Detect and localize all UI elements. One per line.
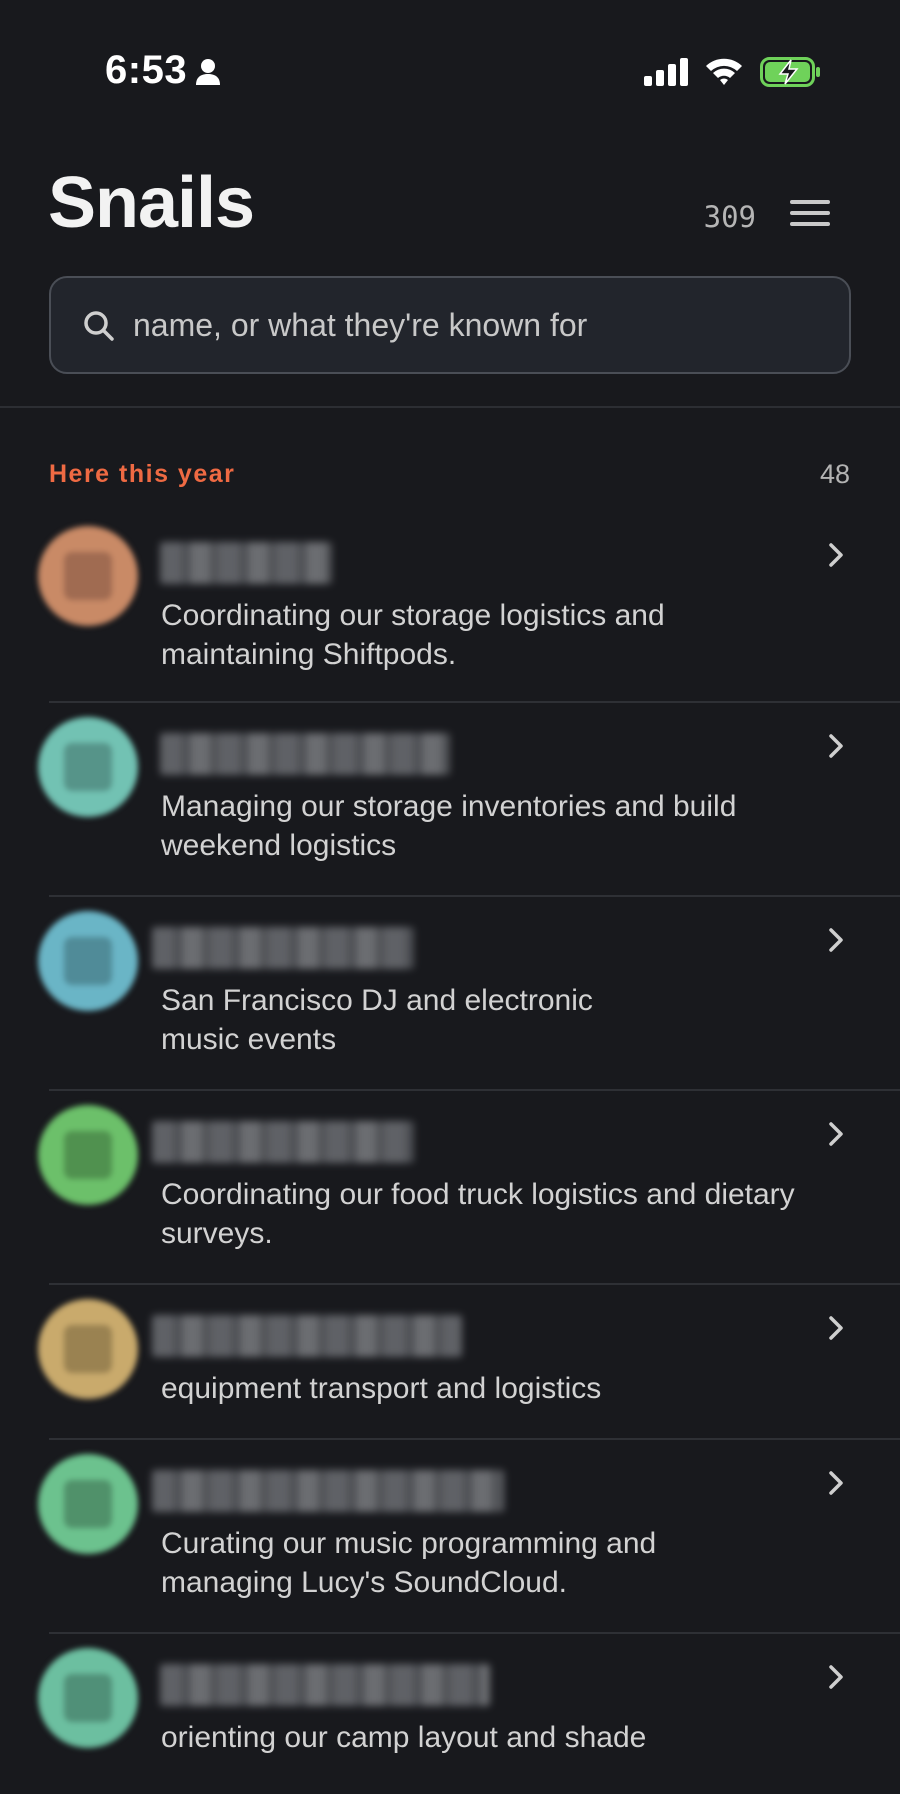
member-description: Coordinating our food truck logistics an… xyxy=(161,1178,795,1250)
member-name-redacted xyxy=(160,542,332,584)
section-title: Here this year xyxy=(49,460,236,488)
avatar xyxy=(38,911,138,1011)
member-description: equipment transport and logistics xyxy=(161,1372,602,1405)
chevron-right-icon xyxy=(829,928,843,952)
member-name-redacted xyxy=(152,1315,462,1357)
menu-icon[interactable] xyxy=(790,200,834,230)
section-count: 48 xyxy=(819,459,850,489)
member-name-redacted xyxy=(152,1121,414,1163)
chevron-right-icon xyxy=(829,1471,843,1495)
avatar xyxy=(38,717,138,817)
wifi-icon xyxy=(706,58,742,85)
chevron-right-icon xyxy=(829,1122,843,1146)
avatar xyxy=(38,1648,138,1748)
member-name-redacted xyxy=(152,1470,504,1512)
member-list: Coordinating our storage logistics and m… xyxy=(0,512,900,1794)
member-description: San Francisco DJ and electronic music ev… xyxy=(161,984,593,1056)
list-item[interactable]: equipment transport and logistics xyxy=(0,1285,900,1440)
list-item[interactable]: San Francisco DJ and electronic music ev… xyxy=(0,897,900,1091)
chevron-right-icon xyxy=(829,1665,843,1689)
search-icon xyxy=(84,311,114,341)
member-description: Curating our music programming and manag… xyxy=(161,1527,657,1599)
list-item[interactable]: Coordinating our food truck logistics an… xyxy=(0,1091,900,1285)
list-item[interactable]: orienting our camp layout and shade xyxy=(0,1634,900,1794)
search-box[interactable] xyxy=(49,276,851,374)
page-title: Snails xyxy=(48,163,255,243)
member-name-redacted xyxy=(160,733,450,775)
member-name-redacted xyxy=(160,1664,490,1706)
avatar xyxy=(38,1105,138,1205)
member-description: Managing our storage inventories and bui… xyxy=(161,790,737,862)
battery-charging-icon xyxy=(760,57,820,87)
chevron-right-icon xyxy=(829,1316,843,1340)
signal-icon xyxy=(644,58,688,86)
member-description: Coordinating our storage logistics and m… xyxy=(161,599,665,671)
avatar xyxy=(38,1454,138,1554)
search-input[interactable] xyxy=(133,278,833,372)
list-item[interactable]: Managing our storage inventories and bui… xyxy=(0,703,900,897)
avatar xyxy=(38,526,138,626)
person-icon xyxy=(196,59,220,85)
status-bar: 6:53 xyxy=(0,0,900,150)
chevron-right-icon xyxy=(829,543,843,567)
divider xyxy=(0,406,900,408)
list-item[interactable]: Curating our music programming and manag… xyxy=(0,1440,900,1634)
avatar xyxy=(38,1299,138,1399)
member-description: orienting our camp layout and shade xyxy=(161,1721,647,1754)
list-item[interactable]: Coordinating our storage logistics and m… xyxy=(0,512,900,703)
chevron-right-icon xyxy=(829,734,843,758)
total-count: 309 xyxy=(703,200,756,234)
status-time: 6:53 xyxy=(105,48,188,92)
member-name-redacted xyxy=(152,927,414,969)
